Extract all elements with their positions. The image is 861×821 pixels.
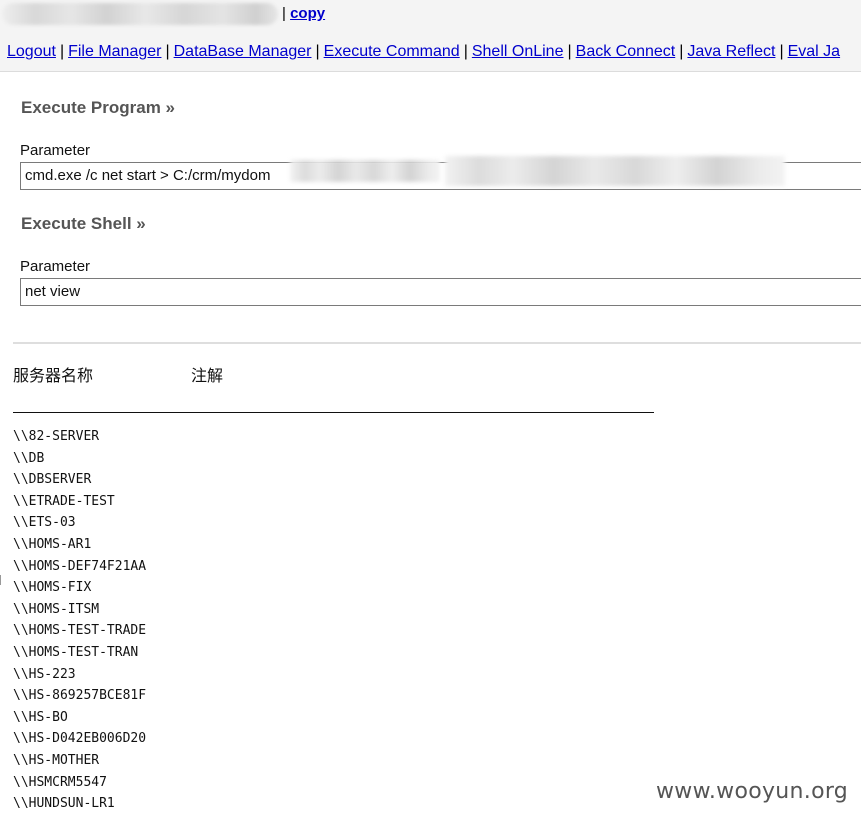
server-row: \\HS-D042EB006D20 xyxy=(13,731,147,747)
redacted-url xyxy=(2,3,278,25)
execute-shell-param-label: Parameter xyxy=(20,258,91,275)
server-row: \\DBSERVER xyxy=(13,472,92,488)
output-rule xyxy=(13,412,654,413)
server-row: \\HOMS-ITSM xyxy=(13,601,100,617)
nav-separator: | xyxy=(679,43,684,60)
margin-mark xyxy=(0,575,4,585)
nav-separator: | xyxy=(779,43,784,60)
nav-link-database-manager[interactable]: DataBase Manager xyxy=(174,43,312,60)
divider xyxy=(13,342,861,344)
server-row: \\HUNDSUN-LR1 xyxy=(13,796,115,812)
copy-area: | copy xyxy=(282,5,325,22)
nav-link-shell-online[interactable]: Shell OnLine xyxy=(472,43,564,60)
nav-link-logout[interactable]: Logout xyxy=(7,43,56,60)
nav-link-eval-ja[interactable]: Eval Ja xyxy=(788,43,840,60)
nav-separator: | xyxy=(567,43,572,60)
nav-separator: | xyxy=(315,43,320,60)
server-row: \\HS-MOTHER xyxy=(13,752,100,768)
top-bar: | copy xyxy=(0,0,861,32)
nav-link-file-manager[interactable]: File Manager xyxy=(68,43,161,60)
execute-shell-input[interactable]: net view xyxy=(20,278,861,306)
nav-links: Logout | File Manager | DataBase Manager | Exe… xyxy=(7,43,840,61)
execute-program-value: cmd.exe /c net start > C:/crm/mydom xyxy=(25,167,271,184)
nav-link-execute-command[interactable]: Execute Command xyxy=(324,43,460,60)
server-row: \\HOMS-TEST-TRAN xyxy=(13,644,139,660)
redacted-text-1 xyxy=(290,160,440,182)
nav-link-back-connect[interactable]: Back Connect xyxy=(576,43,676,60)
nav-separator: | xyxy=(165,43,170,60)
server-row: \\DB xyxy=(13,450,45,466)
server-row: \\HOMS-AR1 xyxy=(13,536,92,552)
server-row: \\ETS-03 xyxy=(13,515,76,531)
nav-separator: | xyxy=(59,43,65,60)
server-row: \\HS-BO xyxy=(13,709,68,725)
execute-shell-title: Execute Shell » xyxy=(21,214,146,233)
execute-program-title: Execute Program » xyxy=(21,98,176,117)
server-row: \\HS-223 xyxy=(13,666,76,682)
column-header-server-name: 服务器名称 xyxy=(13,366,94,385)
server-row: \\HS-869257BCE81F xyxy=(13,688,147,704)
server-row: \\HOMS-DEF74F21AA xyxy=(13,558,147,574)
server-row: \\ETRADE-TEST xyxy=(13,493,115,509)
column-header-remark: 注解 xyxy=(191,366,224,385)
server-row: \\HSMCRM5547 xyxy=(13,774,107,790)
execute-shell-value: net view xyxy=(25,283,81,300)
server-row: \\HOMS-TEST-TRADE xyxy=(13,623,147,639)
server-list: \\82-SERVER \\DB \\DBSERVER \\ETRADE-TEST \\… xyxy=(13,426,146,815)
watermark: www.wooyun.org xyxy=(656,779,849,804)
nav-link-java-reflect[interactable]: Java Reflect xyxy=(687,43,775,60)
copy-separator: | xyxy=(282,5,286,22)
redacted-text-2 xyxy=(445,156,785,186)
server-row: \\HOMS-FIX xyxy=(13,580,92,596)
copy-link[interactable]: copy xyxy=(290,5,325,22)
nav-separator: | xyxy=(463,43,468,60)
nav-bar: Logout | File Manager | DataBase Manager | Exe… xyxy=(0,31,861,72)
execute-program-param-label: Parameter xyxy=(20,142,91,159)
server-row: \\82-SERVER xyxy=(13,429,100,444)
